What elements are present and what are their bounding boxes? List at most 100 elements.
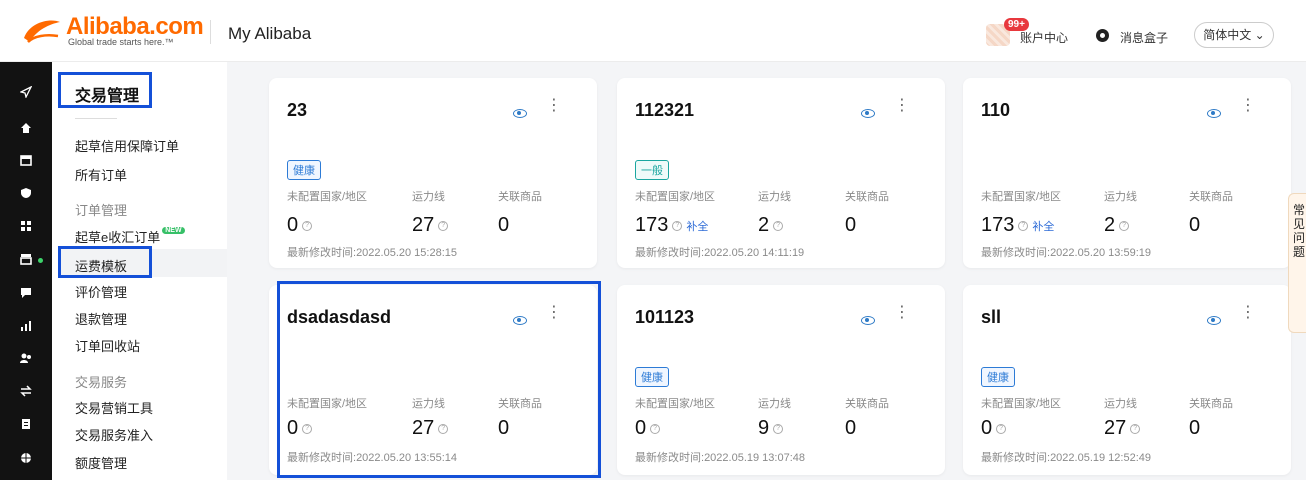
faq-float-tab[interactable]: 常 见 问 题 xyxy=(1288,193,1306,333)
sidebar-item-credit-limit[interactable]: 额度管理 xyxy=(75,453,127,472)
page-title: My Alibaba xyxy=(228,24,312,43)
products-label: 关联商品 xyxy=(845,398,889,410)
help-icon[interactable]: ? xyxy=(1130,423,1141,434)
home-icon[interactable] xyxy=(20,122,32,134)
sidebar-item-marketing-tools[interactable]: 交易营销工具 xyxy=(75,398,153,417)
more-icon[interactable]: ⋮ xyxy=(1240,305,1256,321)
eye-icon[interactable] xyxy=(861,316,875,325)
template-card[interactable]: 23 ⋮ 健康 未配置国家/地区 运力线 关联商品 0? 27? 0 最新修改时… xyxy=(269,78,597,268)
people-icon[interactable] xyxy=(20,352,32,364)
lines-value: 9 xyxy=(758,417,770,439)
header-divider xyxy=(210,20,211,44)
products-count: 0 xyxy=(498,214,510,236)
modified-time: 最新修改时间:2022.05.20 15:28:15 xyxy=(287,244,457,260)
modified-prefix: 最新修改时间: xyxy=(635,247,705,259)
help-icon[interactable]: ? xyxy=(438,220,449,231)
alibaba-logo[interactable]: Alibaba.com Global trade starts here.™ xyxy=(20,10,204,52)
unconfigured-value: 0 xyxy=(287,214,299,236)
template-name: 112321 xyxy=(635,100,695,120)
help-icon[interactable]: ? xyxy=(672,220,683,231)
fix-link[interactable]: 补全 xyxy=(1032,221,1054,233)
lines-label: 运力线 xyxy=(412,191,445,203)
unconfigured-label: 未配置国家/地区 xyxy=(981,398,1062,410)
faq-char: 题 xyxy=(1293,245,1306,259)
products-label: 关联商品 xyxy=(498,191,542,203)
faq-char: 问 xyxy=(1293,231,1306,245)
sidebar-item-draft-credit-order[interactable]: 起草信用保障订单 xyxy=(75,136,179,155)
message-box-link[interactable]: 消息盒子 xyxy=(1120,29,1168,46)
unconfigured-label: 未配置国家/地区 xyxy=(287,191,368,203)
fix-link[interactable]: 补全 xyxy=(686,221,708,233)
language-select[interactable]: 简体中文 ⌄ xyxy=(1194,22,1274,48)
status-tag: 一般 xyxy=(635,160,669,180)
template-card[interactable]: 110 ⋮ 未配置国家/地区 运力线 关联商品 173? 补全 2? 0 最新修改… xyxy=(963,78,1291,268)
unconfigured-label: 未配置国家/地区 xyxy=(981,191,1062,203)
template-name: 110 xyxy=(981,100,1011,120)
more-icon[interactable]: ⋮ xyxy=(894,98,910,114)
sidebar-group-trade-services: 交易服务 xyxy=(75,375,128,390)
store-icon[interactable] xyxy=(20,154,32,166)
storefront-icon[interactable] xyxy=(20,253,32,265)
faq-char: 常 xyxy=(1293,203,1306,217)
unconfigured-count: 0? xyxy=(287,214,313,237)
template-name: 101123 xyxy=(635,307,695,327)
help-icon[interactable]: ? xyxy=(773,220,784,231)
sidebar-item-order-recycle-bin[interactable]: 订单回收站 xyxy=(75,336,140,355)
products-count: 0 xyxy=(845,214,857,236)
send-icon[interactable] xyxy=(20,86,32,98)
more-icon[interactable]: ⋮ xyxy=(546,98,562,114)
shield-icon[interactable] xyxy=(20,187,32,199)
modified-value: 2022.05.20 13:59:19 xyxy=(1050,247,1151,259)
top-header: Alibaba.com Global trade starts here.™ M… xyxy=(0,0,1306,62)
eye-icon[interactable] xyxy=(861,109,875,118)
modified-value: 2022.05.20 14:11:19 xyxy=(704,247,805,259)
grid-icon[interactable] xyxy=(20,220,32,232)
sidebar-item-service-access[interactable]: 交易服务准入 xyxy=(75,425,153,444)
template-card[interactable]: 112321 ⋮ 一般 未配置国家/地区 运力线 关联商品 173? 补全 2? … xyxy=(617,78,945,268)
template-card[interactable]: 101123 ⋮ 健康 未配置国家/地区 运力线 关联商品 0? 9? 0 最新… xyxy=(617,285,945,475)
eye-icon[interactable] xyxy=(1207,316,1221,325)
globe-icon[interactable] xyxy=(20,452,32,464)
sidebar-item-reviews[interactable]: 评价管理 xyxy=(75,282,127,301)
products-count: 0 xyxy=(1189,417,1201,439)
lines-value: 27 xyxy=(1104,417,1127,439)
help-icon[interactable]: ? xyxy=(1018,220,1029,231)
modified-value: 2022.05.19 13:07:48 xyxy=(704,452,805,464)
lines-label: 运力线 xyxy=(758,398,791,410)
help-icon[interactable]: ? xyxy=(650,423,661,434)
sidebar-item-draft-e-collection-order[interactable]: 起草e收汇订单 NEW xyxy=(75,227,185,246)
more-icon[interactable]: ⋮ xyxy=(1240,98,1256,114)
lines-count: 9? xyxy=(758,417,784,440)
exchange-icon[interactable] xyxy=(20,385,32,397)
modified-time: 最新修改时间:2022.05.19 13:07:48 xyxy=(635,449,805,465)
template-name: sll xyxy=(981,307,1002,327)
unconfigured-value: 0 xyxy=(635,417,647,439)
more-icon[interactable]: ⋮ xyxy=(894,305,910,321)
help-icon[interactable]: ? xyxy=(302,220,313,231)
message-box-icon[interactable] xyxy=(1096,29,1109,42)
lines-label: 运力线 xyxy=(1104,398,1137,410)
lines-label: 运力线 xyxy=(758,191,791,203)
help-icon[interactable]: ? xyxy=(773,423,784,434)
sidebar-item-refunds[interactable]: 退款管理 xyxy=(75,309,127,328)
faq-char: 见 xyxy=(1293,217,1306,231)
products-count: 0 xyxy=(845,417,857,439)
sidebar-item-label: 起草e收汇订单 xyxy=(75,230,161,245)
chat-icon[interactable] xyxy=(20,287,32,299)
help-icon[interactable]: ? xyxy=(996,423,1007,434)
template-card[interactable]: sll ⋮ 健康 未配置国家/地区 运力线 关联商品 0? 27? 0 最新修改… xyxy=(963,285,1291,475)
eye-icon[interactable] xyxy=(513,109,527,118)
lines-count: 27? xyxy=(412,214,449,237)
products-count: 0 xyxy=(1189,214,1201,236)
help-icon[interactable]: ? xyxy=(1119,220,1130,231)
unconfigured-value: 173 xyxy=(981,214,1015,236)
chart-icon[interactable] xyxy=(20,320,32,332)
unconfigured-value: 0 xyxy=(981,417,993,439)
products-label: 关联商品 xyxy=(845,191,889,203)
clipboard-icon[interactable] xyxy=(20,418,32,430)
modified-prefix: 最新修改时间: xyxy=(635,452,705,464)
eye-icon[interactable] xyxy=(1207,109,1221,118)
sidebar-item-all-orders[interactable]: 所有订单 xyxy=(75,165,127,184)
lines-value: 2 xyxy=(758,214,770,236)
account-center-link[interactable]: 账户中心 xyxy=(1020,29,1068,46)
